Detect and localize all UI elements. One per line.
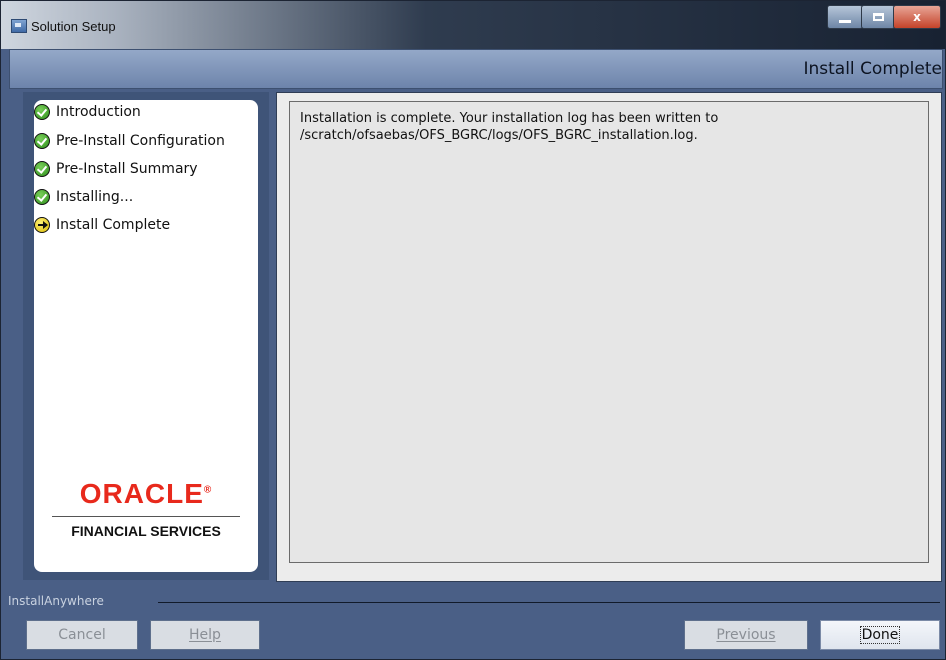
step-item-installing: Installing... [34,187,133,207]
help-label: Help [189,627,221,643]
oracle-financial-services-logo: ORACLE® FINANCIAL SERVICES [34,478,258,548]
cancel-button[interactable]: Cancel [26,620,138,650]
done-label: Done [859,626,901,644]
step-title: Install Complete [803,59,942,79]
check-circle-icon [34,133,50,149]
step-item-introduction: Introduction [34,102,141,122]
logo-tagline: FINANCIAL SERVICES [71,523,221,539]
completion-message: Installation is complete. Your installat… [300,110,910,144]
logo-divider [52,516,240,517]
previous-button[interactable]: Previous [684,620,808,650]
help-button[interactable]: Help [150,620,260,650]
step-header: Install Complete [9,49,943,89]
step-label: Install Complete [56,217,171,233]
content-panel: Installation is complete. Your installat… [276,92,942,582]
steps-sidebar: Introduction Pre-Install Configuration P… [34,100,258,572]
message-line: Installation is complete. Your installat… [300,111,719,126]
done-button[interactable]: Done [820,620,940,650]
check-circle-icon [34,189,50,205]
title-bar[interactable]: Solution Setup x [1,1,945,49]
window-title: Solution Setup [31,19,116,34]
step-label: Pre-Install Summary [56,161,198,177]
step-item-install-complete: Install Complete [34,215,170,235]
previous-label: Previous [716,627,776,643]
oracle-wordmark: ORACLE® [79,478,213,509]
check-circle-icon [34,161,50,177]
check-circle-icon [34,104,50,120]
step-item-pre-install-configuration: Pre-Install Configuration [34,131,225,151]
arrow-circle-icon [34,217,50,233]
step-item-pre-install-summary: Pre-Install Summary [34,159,198,179]
close-icon: x [913,10,921,24]
maximize-button[interactable] [861,5,895,29]
message-area: Installation is complete. Your installat… [289,101,929,563]
step-label: Installing... [56,189,134,205]
minimize-button[interactable] [827,5,863,29]
cancel-label: Cancel [58,627,106,643]
close-button[interactable]: x [893,5,941,29]
app-icon [11,19,27,33]
step-label: Introduction [56,104,141,120]
log-path: /scratch/ofsaebas/OFS_BGRC/logs/OFS_BGRC… [300,128,698,143]
footer-divider [158,602,940,603]
installanywhere-label: InstallAnywhere [8,594,104,608]
step-label: Pre-Install Configuration [56,133,225,149]
